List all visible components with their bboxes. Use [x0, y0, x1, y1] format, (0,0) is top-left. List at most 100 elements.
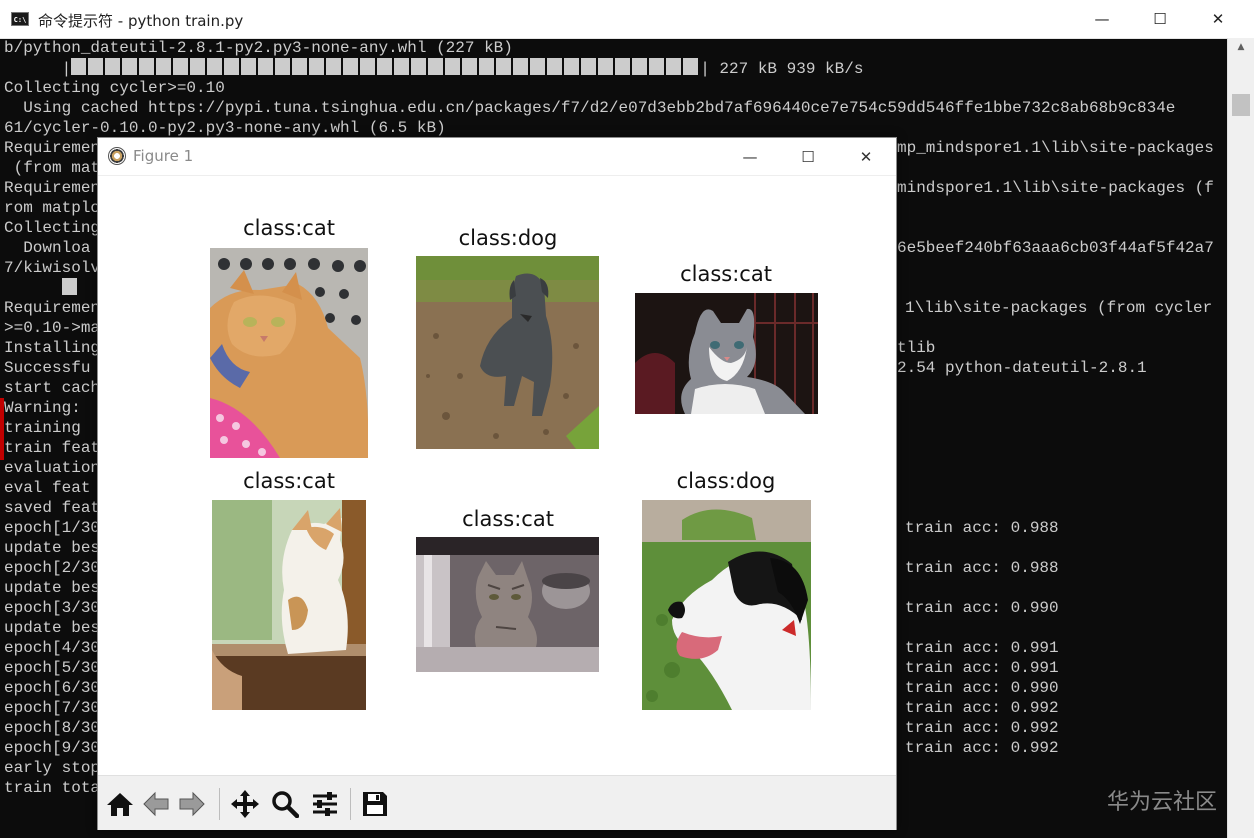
console-line: Collecting cycler>=0.10 [4, 79, 225, 97]
panel-title: class:cat [680, 262, 772, 286]
console-line: Requiremen [4, 299, 101, 317]
console-line-right: train acc: 0.988 [905, 559, 1059, 577]
panel-title: class:dog [458, 226, 558, 250]
console-line: epoch[6/30 [4, 679, 101, 697]
kitten-photo [635, 293, 818, 414]
console-minimize-button[interactable]: — [1073, 0, 1131, 38]
progress-bar-segment [479, 58, 495, 75]
arrow-right-icon [179, 791, 205, 817]
figure-minimize-button[interactable]: — [721, 138, 779, 175]
console-line: saved feat [4, 499, 101, 517]
progress-bar-segment [547, 58, 563, 75]
console-line: update bes [4, 539, 101, 557]
console-line: Downloa [4, 239, 91, 257]
progress-bar-segment [462, 58, 478, 75]
progress-bar-segment [173, 58, 189, 75]
arrow-left-icon [143, 791, 169, 817]
progress-bar-segment [224, 58, 240, 75]
console-title: 命令提示符 - python train.py [38, 12, 244, 30]
panel-title: class:cat [243, 469, 335, 493]
console-line: (from mat [4, 159, 101, 177]
pan-button[interactable] [227, 786, 263, 822]
configure-subplots-button[interactable] [307, 786, 343, 822]
zoom-button[interactable] [267, 786, 303, 822]
console-line: Requiremen [4, 139, 101, 157]
figure-window: Figure 1 — ☐ ✕ class:cat class:dog class… [97, 137, 897, 830]
console-line: epoch[9/30 [4, 739, 101, 757]
figure-maximize-button[interactable]: ☐ [779, 138, 837, 175]
forward-button[interactable] [174, 786, 210, 822]
progress-bar-segment [632, 58, 648, 75]
console-line: train feat [4, 439, 101, 457]
figure-close-button[interactable]: ✕ [837, 138, 895, 175]
figure-titlebar[interactable]: Figure 1 — ☐ ✕ [98, 138, 896, 175]
progress-bar-segment [683, 58, 699, 75]
console-line: update bes [4, 619, 101, 637]
console-close-button[interactable]: ✕ [1189, 0, 1247, 38]
console-line: 7/kiwisolv [4, 259, 101, 277]
console-line-right: train acc: 0.988 [905, 519, 1059, 537]
progress-bar [71, 58, 700, 78]
progress-bar-segment [88, 58, 104, 75]
progress-bar-segment [411, 58, 427, 75]
progress-bar-segment [360, 58, 376, 75]
scrollbar-thumb[interactable] [1232, 94, 1250, 116]
console-maximize-button[interactable]: ☐ [1131, 0, 1189, 38]
home-button[interactable] [102, 786, 138, 822]
panel-title: class:cat [462, 507, 554, 531]
console-titlebar[interactable]: C:\ 命令提示符 - python train.py — ☐ ✕ [0, 0, 1254, 39]
desktop-edge-mark [0, 398, 4, 460]
console-line: update bes [4, 579, 101, 597]
figure-title: Figure 1 [133, 147, 194, 165]
toolbar-separator [350, 788, 351, 820]
progress-bar-segment [241, 58, 257, 75]
progress-bar-segment [530, 58, 546, 75]
progress-bar-segment [122, 58, 138, 75]
progress-bar-segment [326, 58, 342, 75]
progress-bar-line [4, 278, 79, 298]
console-line: Successfu [4, 359, 91, 377]
console-line-right: train acc: 0.992 [905, 699, 1059, 717]
progress-bar-segment [394, 58, 410, 75]
back-button[interactable] [138, 786, 174, 822]
dog-photo [642, 500, 811, 710]
panel-title: class:dog [676, 469, 776, 493]
console-scrollbar[interactable]: ▲ [1227, 38, 1254, 838]
figure-canvas[interactable]: class:cat class:dog class:cat class:cat … [98, 175, 896, 776]
progress-bar-segment [649, 58, 665, 75]
panel-title: class:cat [243, 216, 335, 240]
console-line: epoch[3/30 [4, 599, 101, 617]
progress-bar-segment [513, 58, 529, 75]
dog-photo [416, 256, 599, 449]
console-line: epoch[7/30 [4, 699, 101, 717]
console-line: start cach [4, 379, 101, 397]
console-line: Collecting [4, 219, 101, 237]
console-line-right: mp_mindspore1.1\lib\site-packages [897, 139, 1214, 157]
console-line-right: train acc: 0.990 [905, 679, 1059, 697]
console-line: early stop [4, 759, 101, 777]
progress-bar-segment [71, 58, 87, 75]
console-line: epoch[2/30 [4, 559, 101, 577]
console-line: evaluation [4, 459, 101, 477]
progress-bar-segment [564, 58, 580, 75]
cat-photo [210, 248, 368, 458]
sliders-icon [313, 792, 337, 816]
command-prompt-icon: C:\ [11, 12, 29, 26]
console-line: train tota [4, 779, 101, 797]
console-line-right: mindspore1.1\lib\site-packages (f [897, 179, 1214, 197]
console-line: training [4, 419, 91, 437]
save-button[interactable] [357, 786, 393, 822]
progress-bar-border: | [700, 60, 720, 78]
progress-bar-segment [139, 58, 155, 75]
progress-bar-segment [581, 58, 597, 75]
progress-bar-text: 227 kB 939 kB/s [719, 60, 864, 78]
scroll-up-arrow-icon[interactable]: ▲ [1228, 38, 1254, 56]
progress-bar-border: | [61, 60, 72, 78]
console-line-right: 2.54 python-dateutil-2.8.1 [897, 359, 1147, 377]
console-line-right: train acc: 0.992 [905, 719, 1059, 737]
progress-bar-segment [105, 58, 121, 75]
console-line: Installing [4, 339, 101, 357]
matplotlib-logo-icon [108, 147, 126, 165]
progress-bar-segment [190, 58, 206, 75]
home-icon [107, 793, 133, 816]
